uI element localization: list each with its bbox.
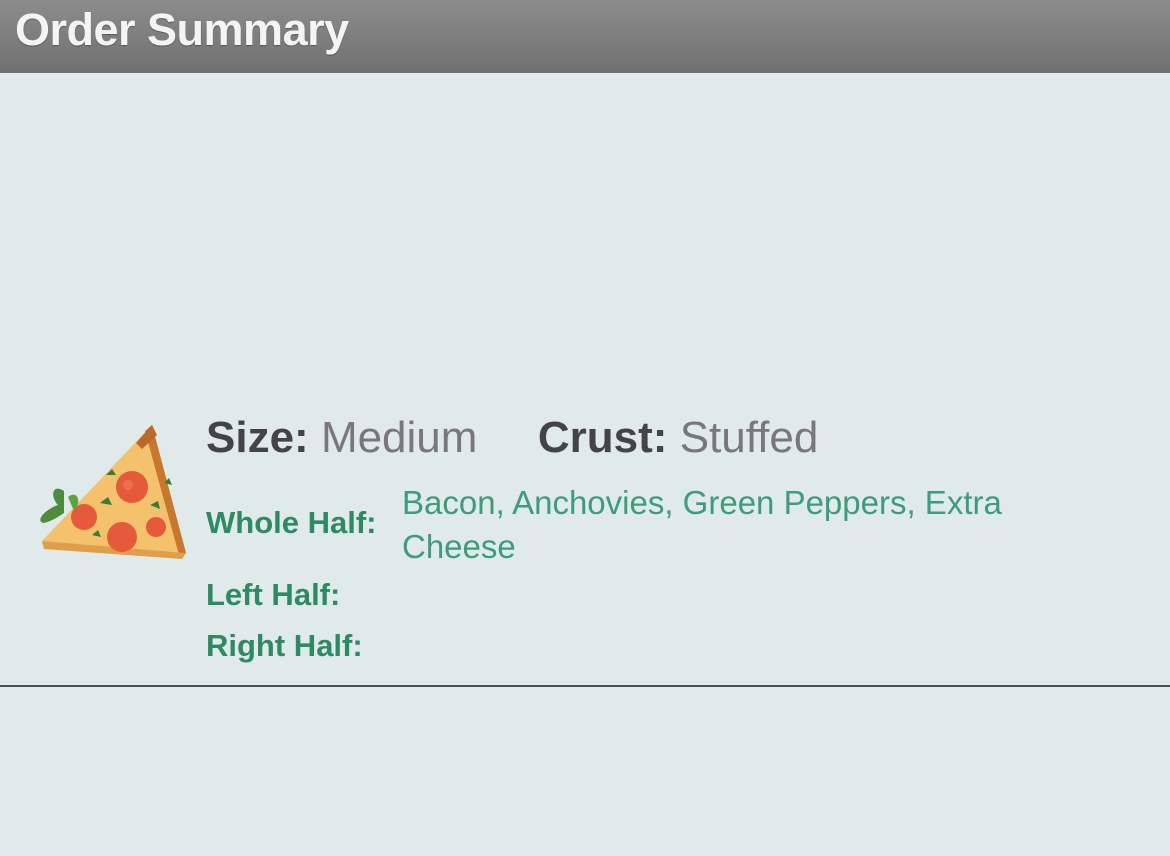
left-half-label: Left Half: bbox=[206, 577, 341, 612]
crust-label: Crust: bbox=[537, 413, 668, 462]
size-value: Medium bbox=[320, 413, 478, 462]
whole-half-label: Whole Half: bbox=[206, 505, 377, 540]
order-item[interactable]: Size: Medium Crust: Stuffed Whole Half: … bbox=[0, 73, 1170, 685]
order-list[interactable]: Size: Medium Crust: Stuffed Whole Half: … bbox=[0, 73, 1170, 856]
whole-half-toppings: Bacon, Anchovies, Green Peppers, Extra C… bbox=[402, 484, 1002, 565]
page-title: Order Summary bbox=[15, 4, 349, 55]
pizza-slice-icon bbox=[40, 425, 186, 559]
list-divider bbox=[0, 685, 1170, 687]
size-label: Size: bbox=[206, 413, 309, 462]
title-bar: Order Summary bbox=[0, 0, 1170, 73]
right-half-label: Right Half: bbox=[206, 628, 363, 663]
size-crust-line: Size: Medium Crust: Stuffed bbox=[206, 413, 818, 463]
crust-value: Stuffed bbox=[679, 413, 819, 462]
